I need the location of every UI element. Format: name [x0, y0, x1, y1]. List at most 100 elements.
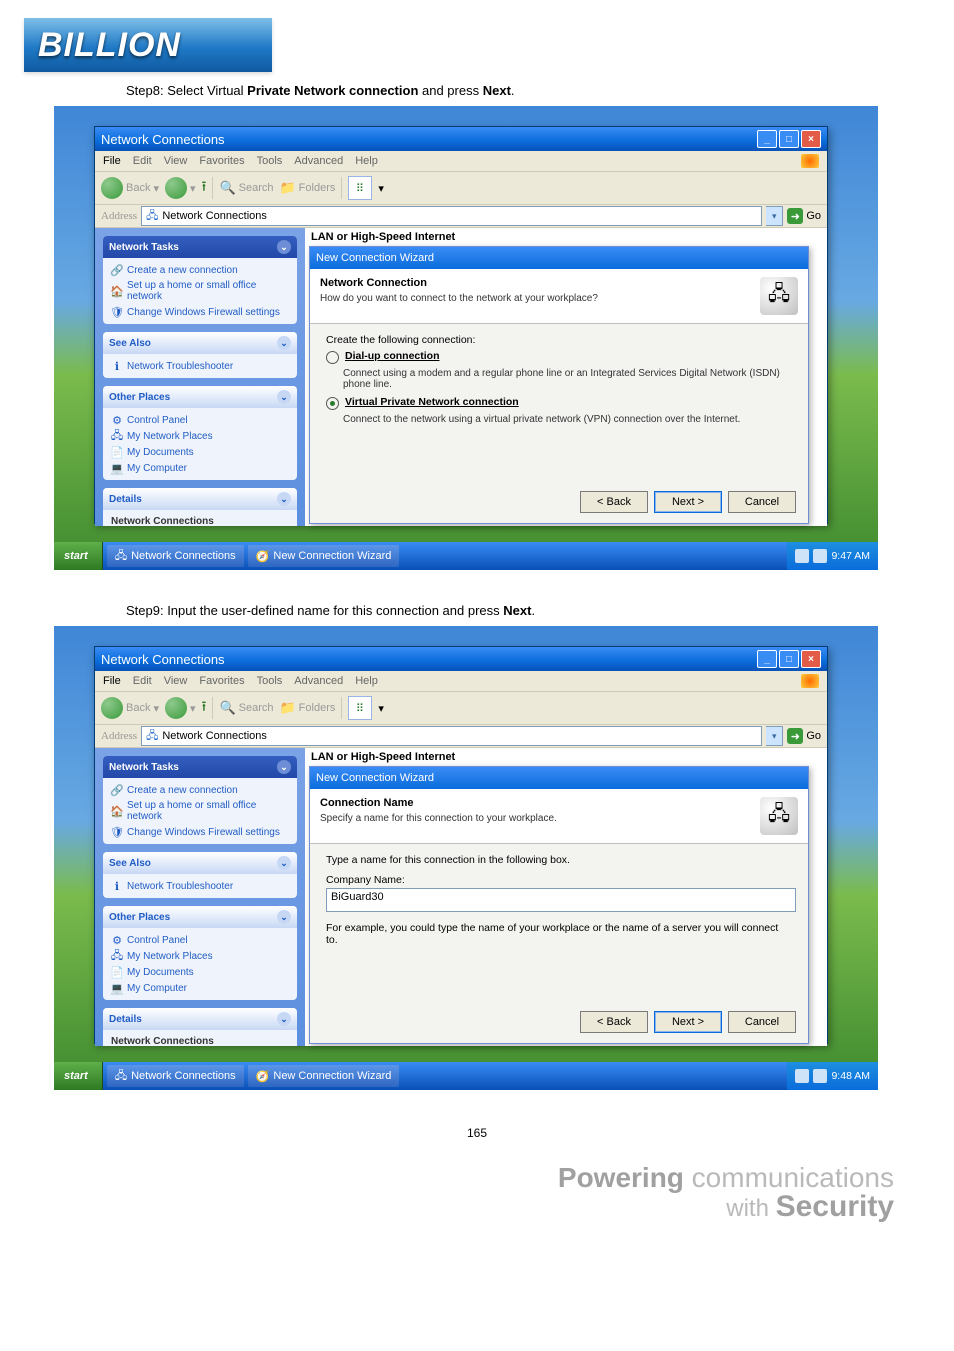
window-titlebar: Network Connections _ □ ×: [95, 127, 827, 151]
panel-details: Details⌄ Network Connections System Fold…: [103, 488, 297, 526]
task-new-connection[interactable]: 🔗Create a new connection: [111, 782, 289, 798]
task-network-connections[interactable]: 🖧 Network Connections: [107, 1065, 244, 1087]
panel-network-tasks: Network Tasks⌄ 🔗Create a new connection …: [103, 236, 297, 324]
explorer-window: Network Connections _ □ × File Edit View…: [94, 646, 828, 1044]
cancel-button[interactable]: Cancel: [728, 1011, 796, 1033]
link-control-panel[interactable]: ⚙Control Panel: [111, 932, 289, 948]
task-new-connection[interactable]: 🔗Create a new connection: [111, 262, 289, 278]
search-button[interactable]: 🔍Search: [219, 180, 273, 196]
task-network-connections[interactable]: 🖧 Network Connections: [107, 545, 244, 567]
link-troubleshooter[interactable]: ℹNetwork Troubleshooter: [111, 878, 289, 894]
task-new-connection-wizard[interactable]: 🧭 New Connection Wizard: [248, 1065, 400, 1087]
menu-advanced[interactable]: Advanced: [294, 675, 343, 687]
folders-button[interactable]: 📁Folders: [279, 700, 335, 716]
collapse-icon[interactable]: ⌄: [277, 240, 291, 254]
collapse-icon[interactable]: ⌄: [277, 390, 291, 404]
clock: 9:48 AM: [831, 1070, 870, 1082]
menu-help[interactable]: Help: [355, 155, 378, 167]
menu-tools[interactable]: Tools: [257, 155, 283, 167]
address-label: Address: [101, 210, 137, 222]
network-icon: 🖧: [146, 207, 158, 226]
maximize-button[interactable]: □: [779, 650, 799, 668]
address-dropdown[interactable]: ▾: [766, 726, 783, 746]
address-dropdown[interactable]: ▾: [766, 206, 783, 226]
menu-file[interactable]: File: [103, 155, 121, 167]
task-firewall[interactable]: 🛡Change Windows Firewall settings: [111, 824, 289, 840]
company-name-input[interactable]: BiGuard30: [326, 888, 796, 912]
explorer-window: Network Connections _ □ × File Edit View…: [94, 126, 828, 524]
task-new-connection-wizard[interactable]: 🧭 New Connection Wizard: [248, 545, 400, 567]
link-network-places[interactable]: 🖧My Network Places: [111, 428, 289, 444]
link-troubleshooter[interactable]: ℹNetwork Troubleshooter: [111, 358, 289, 374]
back-button[interactable]: Back ▾: [101, 177, 159, 199]
radio-vpn[interactable]: Virtual Private Network connection: [326, 396, 792, 410]
wizard-heading: Connection Name: [320, 797, 557, 809]
tray-icon[interactable]: [795, 1069, 809, 1083]
go-button[interactable]: ➜Go: [787, 728, 821, 744]
link-network-places[interactable]: 🖧My Network Places: [111, 948, 289, 964]
link-my-computer[interactable]: 💻My Computer: [111, 980, 289, 996]
task-firewall[interactable]: 🛡Change Windows Firewall settings: [111, 304, 289, 320]
folders-button[interactable]: 📁Folders: [279, 180, 335, 196]
company-name-label: Company Name:: [326, 874, 792, 886]
menu-favorites[interactable]: Favorites: [199, 675, 244, 687]
forward-button[interactable]: ▾: [165, 177, 196, 199]
link-control-panel[interactable]: ⚙Control Panel: [111, 412, 289, 428]
forward-button[interactable]: ▾: [165, 697, 196, 719]
wizard-titlebar: New Connection Wizard: [310, 247, 808, 269]
address-input[interactable]: 🖧Network Connections: [141, 726, 762, 746]
menu-edit[interactable]: Edit: [133, 675, 152, 687]
up-button[interactable]: ⭱: [202, 176, 207, 200]
task-home-network[interactable]: 🏠Set up a home or small office network: [111, 278, 289, 304]
link-my-documents[interactable]: 📄My Documents: [111, 964, 289, 980]
wizard-heading: Network Connection: [320, 277, 598, 289]
tray-icon[interactable]: [813, 1069, 827, 1083]
address-input[interactable]: 🖧Network Connections: [141, 206, 762, 226]
panel-other-places: Other Places⌄ ⚙Control Panel 🖧My Network…: [103, 386, 297, 480]
up-button[interactable]: ⭱: [202, 696, 207, 720]
next-button[interactable]: Next >: [654, 1011, 722, 1033]
menu-favorites[interactable]: Favorites: [199, 155, 244, 167]
start-button[interactable]: start: [54, 1062, 103, 1090]
tray-icon[interactable]: [795, 549, 809, 563]
menu-file[interactable]: File: [103, 675, 121, 687]
menu-advanced[interactable]: Advanced: [294, 155, 343, 167]
collapse-icon[interactable]: ⌄: [277, 492, 291, 506]
collapse-icon[interactable]: ⌄: [277, 336, 291, 350]
views-button[interactable]: ⠿: [348, 176, 372, 200]
menu-tools[interactable]: Tools: [257, 675, 283, 687]
step8-caption: Step8: Select Virtual Private Network co…: [126, 82, 515, 100]
toolbar: Back ▾ ▾ ⭱ 🔍Search 📁Folders ⠿ ▾: [95, 172, 827, 205]
search-button[interactable]: 🔍Search: [219, 700, 273, 716]
link-my-computer[interactable]: 💻My Computer: [111, 460, 289, 476]
close-button[interactable]: ×: [801, 650, 821, 668]
new-connection-wizard: New Connection Wizard Network Connection…: [309, 246, 809, 524]
start-button[interactable]: start: [54, 542, 103, 570]
wizard-subtitle: How do you want to connect to the networ…: [320, 293, 598, 304]
cancel-button[interactable]: Cancel: [728, 491, 796, 513]
group-label: LAN or High-Speed Internet: [311, 231, 455, 243]
sidebar: Network Tasks⌄ 🔗Create a new connection …: [95, 228, 305, 526]
next-button[interactable]: Next >: [654, 491, 722, 513]
minimize-button[interactable]: _: [757, 130, 777, 148]
back-button[interactable]: < Back: [580, 1011, 648, 1033]
menu-help[interactable]: Help: [355, 675, 378, 687]
menu-view[interactable]: View: [164, 155, 188, 167]
brand-logo: BILLION: [24, 18, 272, 72]
go-button[interactable]: ➜Go: [787, 208, 821, 224]
link-my-documents[interactable]: 📄My Documents: [111, 444, 289, 460]
wizard-hint: For example, you could type the name of …: [326, 922, 792, 946]
task-home-network[interactable]: 🏠Set up a home or small office network: [111, 798, 289, 824]
menu-view[interactable]: View: [164, 675, 188, 687]
tray-icon[interactable]: [813, 549, 827, 563]
back-button[interactable]: Back ▾: [101, 697, 159, 719]
views-button[interactable]: ⠿: [348, 696, 372, 720]
wizard-icon: 🖧: [760, 797, 798, 835]
minimize-button[interactable]: _: [757, 650, 777, 668]
maximize-button[interactable]: □: [779, 130, 799, 148]
close-button[interactable]: ×: [801, 130, 821, 148]
radio-dialup[interactable]: Dial-up connection: [326, 350, 792, 364]
address-bar: Address 🖧Network Connections ▾ ➜Go: [95, 205, 827, 228]
menu-edit[interactable]: Edit: [133, 155, 152, 167]
back-button[interactable]: < Back: [580, 491, 648, 513]
